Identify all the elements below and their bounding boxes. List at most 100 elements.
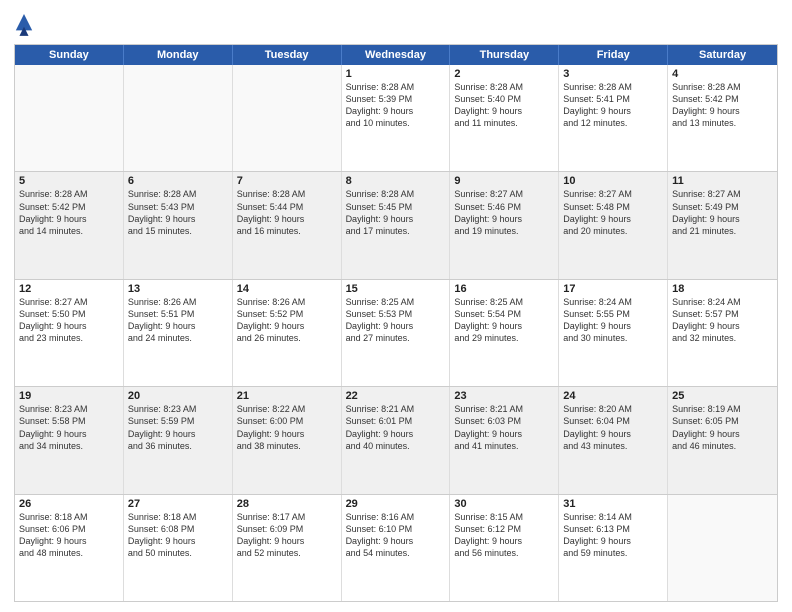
calendar-cell (15, 65, 124, 171)
calendar-cell: 22Sunrise: 8:21 AM Sunset: 6:01 PM Dayli… (342, 387, 451, 493)
day-info: Sunrise: 8:15 AM Sunset: 6:12 PM Dayligh… (454, 511, 554, 560)
day-info: Sunrise: 8:20 AM Sunset: 6:04 PM Dayligh… (563, 403, 663, 452)
day-number: 2 (454, 68, 554, 80)
day-number: 9 (454, 175, 554, 187)
calendar-cell: 28Sunrise: 8:17 AM Sunset: 6:09 PM Dayli… (233, 495, 342, 601)
calendar-cell: 8Sunrise: 8:28 AM Sunset: 5:45 PM Daylig… (342, 172, 451, 278)
header (14, 10, 778, 38)
day-number: 6 (128, 175, 228, 187)
calendar-header: SundayMondayTuesdayWednesdayThursdayFrid… (15, 45, 777, 65)
calendar-week: 5Sunrise: 8:28 AM Sunset: 5:42 PM Daylig… (15, 171, 777, 278)
calendar-cell: 1Sunrise: 8:28 AM Sunset: 5:39 PM Daylig… (342, 65, 451, 171)
calendar-body: 1Sunrise: 8:28 AM Sunset: 5:39 PM Daylig… (15, 65, 777, 601)
weekday-header: Friday (559, 45, 668, 65)
calendar-cell (233, 65, 342, 171)
day-info: Sunrise: 8:27 AM Sunset: 5:46 PM Dayligh… (454, 188, 554, 237)
day-info: Sunrise: 8:28 AM Sunset: 5:39 PM Dayligh… (346, 81, 446, 130)
calendar-cell: 6Sunrise: 8:28 AM Sunset: 5:43 PM Daylig… (124, 172, 233, 278)
day-info: Sunrise: 8:18 AM Sunset: 6:08 PM Dayligh… (128, 511, 228, 560)
day-info: Sunrise: 8:26 AM Sunset: 5:52 PM Dayligh… (237, 296, 337, 345)
day-number: 14 (237, 283, 337, 295)
calendar-cell: 21Sunrise: 8:22 AM Sunset: 6:00 PM Dayli… (233, 387, 342, 493)
day-number: 11 (672, 175, 773, 187)
day-info: Sunrise: 8:14 AM Sunset: 6:13 PM Dayligh… (563, 511, 663, 560)
day-info: Sunrise: 8:26 AM Sunset: 5:51 PM Dayligh… (128, 296, 228, 345)
day-info: Sunrise: 8:28 AM Sunset: 5:42 PM Dayligh… (672, 81, 773, 130)
day-info: Sunrise: 8:28 AM Sunset: 5:41 PM Dayligh… (563, 81, 663, 130)
calendar-cell: 29Sunrise: 8:16 AM Sunset: 6:10 PM Dayli… (342, 495, 451, 601)
calendar-cell: 30Sunrise: 8:15 AM Sunset: 6:12 PM Dayli… (450, 495, 559, 601)
day-info: Sunrise: 8:27 AM Sunset: 5:48 PM Dayligh… (563, 188, 663, 237)
logo-icon (14, 10, 34, 38)
day-number: 12 (19, 283, 119, 295)
day-number: 29 (346, 498, 446, 510)
day-number: 24 (563, 390, 663, 402)
day-number: 8 (346, 175, 446, 187)
calendar-cell: 15Sunrise: 8:25 AM Sunset: 5:53 PM Dayli… (342, 280, 451, 386)
day-info: Sunrise: 8:23 AM Sunset: 5:59 PM Dayligh… (128, 403, 228, 452)
day-info: Sunrise: 8:27 AM Sunset: 5:49 PM Dayligh… (672, 188, 773, 237)
weekday-header: Sunday (15, 45, 124, 65)
day-number: 16 (454, 283, 554, 295)
calendar-cell: 18Sunrise: 8:24 AM Sunset: 5:57 PM Dayli… (668, 280, 777, 386)
day-info: Sunrise: 8:28 AM Sunset: 5:43 PM Dayligh… (128, 188, 228, 237)
calendar-cell (668, 495, 777, 601)
day-number: 25 (672, 390, 773, 402)
calendar-cell: 13Sunrise: 8:26 AM Sunset: 5:51 PM Dayli… (124, 280, 233, 386)
day-number: 21 (237, 390, 337, 402)
calendar-cell: 19Sunrise: 8:23 AM Sunset: 5:58 PM Dayli… (15, 387, 124, 493)
calendar-cell: 7Sunrise: 8:28 AM Sunset: 5:44 PM Daylig… (233, 172, 342, 278)
day-info: Sunrise: 8:21 AM Sunset: 6:03 PM Dayligh… (454, 403, 554, 452)
calendar-cell: 20Sunrise: 8:23 AM Sunset: 5:59 PM Dayli… (124, 387, 233, 493)
calendar-cell: 31Sunrise: 8:14 AM Sunset: 6:13 PM Dayli… (559, 495, 668, 601)
calendar-cell (124, 65, 233, 171)
day-number: 26 (19, 498, 119, 510)
calendar-week: 12Sunrise: 8:27 AM Sunset: 5:50 PM Dayli… (15, 279, 777, 386)
calendar-week: 1Sunrise: 8:28 AM Sunset: 5:39 PM Daylig… (15, 65, 777, 171)
weekday-header: Thursday (450, 45, 559, 65)
weekday-header: Tuesday (233, 45, 342, 65)
day-number: 5 (19, 175, 119, 187)
day-number: 30 (454, 498, 554, 510)
calendar-cell: 26Sunrise: 8:18 AM Sunset: 6:06 PM Dayli… (15, 495, 124, 601)
calendar-cell: 24Sunrise: 8:20 AM Sunset: 6:04 PM Dayli… (559, 387, 668, 493)
day-info: Sunrise: 8:28 AM Sunset: 5:45 PM Dayligh… (346, 188, 446, 237)
day-info: Sunrise: 8:24 AM Sunset: 5:55 PM Dayligh… (563, 296, 663, 345)
day-number: 15 (346, 283, 446, 295)
day-number: 28 (237, 498, 337, 510)
calendar-cell: 17Sunrise: 8:24 AM Sunset: 5:55 PM Dayli… (559, 280, 668, 386)
day-info: Sunrise: 8:22 AM Sunset: 6:00 PM Dayligh… (237, 403, 337, 452)
day-info: Sunrise: 8:28 AM Sunset: 5:44 PM Dayligh… (237, 188, 337, 237)
calendar-cell: 2Sunrise: 8:28 AM Sunset: 5:40 PM Daylig… (450, 65, 559, 171)
day-number: 7 (237, 175, 337, 187)
page: SundayMondayTuesdayWednesdayThursdayFrid… (0, 0, 792, 612)
day-number: 13 (128, 283, 228, 295)
day-info: Sunrise: 8:27 AM Sunset: 5:50 PM Dayligh… (19, 296, 119, 345)
day-number: 19 (19, 390, 119, 402)
calendar-cell: 12Sunrise: 8:27 AM Sunset: 5:50 PM Dayli… (15, 280, 124, 386)
day-number: 27 (128, 498, 228, 510)
day-info: Sunrise: 8:21 AM Sunset: 6:01 PM Dayligh… (346, 403, 446, 452)
day-info: Sunrise: 8:28 AM Sunset: 5:42 PM Dayligh… (19, 188, 119, 237)
calendar-cell: 27Sunrise: 8:18 AM Sunset: 6:08 PM Dayli… (124, 495, 233, 601)
calendar-cell: 10Sunrise: 8:27 AM Sunset: 5:48 PM Dayli… (559, 172, 668, 278)
calendar-cell: 11Sunrise: 8:27 AM Sunset: 5:49 PM Dayli… (668, 172, 777, 278)
day-info: Sunrise: 8:16 AM Sunset: 6:10 PM Dayligh… (346, 511, 446, 560)
calendar-cell: 3Sunrise: 8:28 AM Sunset: 5:41 PM Daylig… (559, 65, 668, 171)
weekday-header: Wednesday (342, 45, 451, 65)
day-number: 23 (454, 390, 554, 402)
logo (14, 10, 36, 38)
calendar-cell: 4Sunrise: 8:28 AM Sunset: 5:42 PM Daylig… (668, 65, 777, 171)
weekday-header: Saturday (668, 45, 777, 65)
day-number: 18 (672, 283, 773, 295)
weekday-header: Monday (124, 45, 233, 65)
day-number: 4 (672, 68, 773, 80)
calendar-cell: 14Sunrise: 8:26 AM Sunset: 5:52 PM Dayli… (233, 280, 342, 386)
calendar-week: 19Sunrise: 8:23 AM Sunset: 5:58 PM Dayli… (15, 386, 777, 493)
day-info: Sunrise: 8:17 AM Sunset: 6:09 PM Dayligh… (237, 511, 337, 560)
calendar-cell: 25Sunrise: 8:19 AM Sunset: 6:05 PM Dayli… (668, 387, 777, 493)
calendar-cell: 9Sunrise: 8:27 AM Sunset: 5:46 PM Daylig… (450, 172, 559, 278)
day-number: 1 (346, 68, 446, 80)
day-info: Sunrise: 8:23 AM Sunset: 5:58 PM Dayligh… (19, 403, 119, 452)
day-number: 17 (563, 283, 663, 295)
